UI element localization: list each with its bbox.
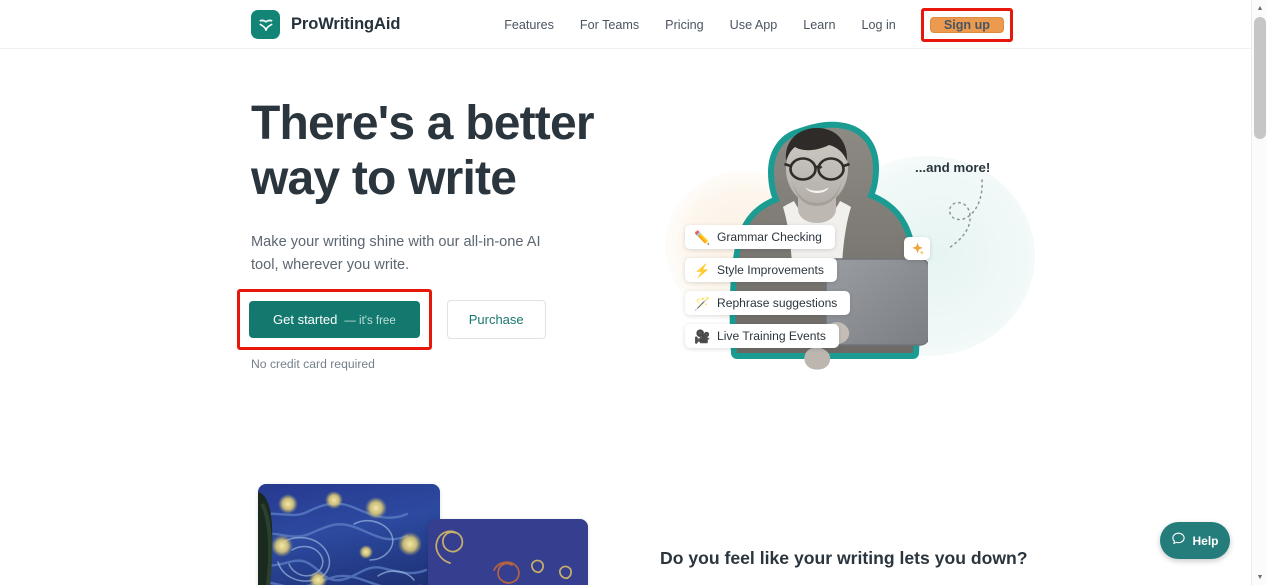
feature-badge-rephrase-suggestions: 🪄 Rephrase suggestions xyxy=(685,291,851,315)
page-title: There's a better way to write xyxy=(251,97,595,205)
book-check-icon xyxy=(251,10,280,39)
feature-badge-style-improvements: ⚡ Style Improvements xyxy=(685,258,837,282)
hero-illustration: ✏️ Grammar Checking ⚡ Style Improvements… xyxy=(640,96,1040,386)
nav-item-for-teams[interactable]: For Teams xyxy=(567,18,652,32)
hero-cta-row: Get started — it's free Purchase xyxy=(237,289,546,350)
nav-item-features[interactable]: Features xyxy=(491,18,567,32)
feature-badge-grammar-checking: ✏️ Grammar Checking xyxy=(685,225,835,249)
vertical-scrollbar[interactable]: ▲ ▼ xyxy=(1251,0,1267,585)
dotted-curved-arrow-icon xyxy=(948,179,983,249)
page-content: ProWritingAid Features For Teams Pricing… xyxy=(0,0,1251,585)
sparkles-icon xyxy=(904,237,930,260)
scroll-up-arrow-icon[interactable]: ▲ xyxy=(1252,0,1267,16)
sign-up-button[interactable]: Sign up xyxy=(929,16,1004,33)
speech-bubble-icon xyxy=(1171,531,1186,551)
hero-subheading: Make your writing shine with our all-in-… xyxy=(251,234,541,273)
brand-logo-link[interactable]: ProWritingAid xyxy=(251,10,400,39)
starry-night-painting xyxy=(258,484,440,585)
feature-badge-live-training-events: 🎥 Live Training Events xyxy=(685,324,839,348)
brand-name: ProWritingAid xyxy=(291,15,401,33)
signup-annotation-box: Sign up xyxy=(920,7,1013,42)
and-more-label: ...and more! xyxy=(915,160,991,175)
help-widget-button[interactable]: Help xyxy=(1160,522,1230,559)
main-navigation: Features For Teams Pricing Use App Learn… xyxy=(491,0,1013,49)
nav-item-learn[interactable]: Learn xyxy=(790,18,848,32)
no-credit-card-note: No credit card required xyxy=(251,357,375,371)
get-started-annotation-box: Get started — it's free xyxy=(237,289,432,350)
nav-item-use-app[interactable]: Use App xyxy=(717,18,791,32)
lightning-icon: ⚡ xyxy=(694,262,711,278)
hero-text-block: There's a better way to write Make your … xyxy=(251,96,651,276)
feature-badge-list: ✏️ Grammar Checking ⚡ Style Improvements… xyxy=(685,225,851,348)
get-started-suffix: — it's free xyxy=(344,315,396,327)
feature-label: Live Training Events xyxy=(717,329,826,343)
site-header: ProWritingAid Features For Teams Pricing… xyxy=(0,0,1251,49)
nav-item-pricing[interactable]: Pricing xyxy=(652,18,717,32)
browser-viewport: ProWritingAid Features For Teams Pricing… xyxy=(0,0,1267,585)
help-widget-label: Help xyxy=(1192,533,1219,548)
get-started-label: Get started xyxy=(273,312,338,327)
feature-label: Rephrase suggestions xyxy=(717,296,838,310)
video-camera-icon: 🎥 xyxy=(694,328,711,344)
nav-item-log-in[interactable]: Log in xyxy=(849,18,909,32)
scroll-down-arrow-icon[interactable]: ▼ xyxy=(1252,569,1267,585)
section-question-heading: Do you feel like your writing lets you d… xyxy=(660,548,1028,568)
get-started-button[interactable]: Get started — it's free xyxy=(249,301,420,338)
scrollbar-thumb[interactable] xyxy=(1254,17,1266,139)
purchase-button[interactable]: Purchase xyxy=(446,300,546,339)
blue-doodle-card xyxy=(428,519,588,585)
feature-label: Style Improvements xyxy=(717,263,824,277)
pencil-icon: ✏️ xyxy=(694,229,711,245)
magic-wand-icon: 🪄 xyxy=(694,295,711,311)
feature-label: Grammar Checking xyxy=(717,230,822,244)
